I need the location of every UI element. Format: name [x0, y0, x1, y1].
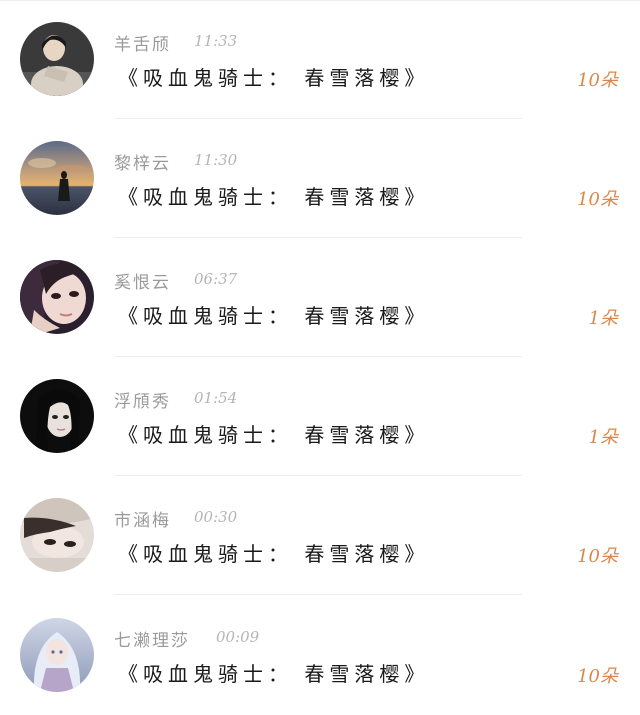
list-item[interactable]: 市涵梅 00:30 《吸血鬼骑士： 春雪落樱》 10朵 [0, 476, 640, 595]
sent-time: 11:30 [194, 151, 238, 169]
gift-count: 10朵 [577, 546, 618, 567]
gift-title: 《吸血鬼骑士： 春雪落樱》 [118, 542, 430, 566]
gift-title: 《吸血鬼骑士： 春雪落樱》 [118, 423, 430, 447]
sender-name: 羊舌颀 [114, 35, 171, 55]
avatar-girl-dark-hair-icon [20, 379, 94, 453]
row-divider [114, 594, 522, 595]
gift-title: 《吸血鬼骑士： 春雪落樱》 [118, 185, 430, 209]
sent-time: 00:30 [194, 508, 238, 526]
list-item[interactable]: 七濑理莎 00:09 《吸血鬼骑士： 春雪落樱》 10朵 [0, 596, 640, 715]
avatar[interactable] [20, 618, 94, 692]
sender-name: 奚恨云 [114, 273, 171, 293]
gift-count: 10朵 [577, 189, 618, 210]
avatar[interactable] [20, 498, 94, 572]
sent-time: 01:54 [194, 389, 238, 407]
sender-name: 市涵梅 [114, 511, 171, 531]
sent-time: 06:37 [194, 270, 238, 288]
gift-count: 1朵 [588, 427, 618, 448]
list-item[interactable]: 羊舌颀 11:33 《吸血鬼骑士： 春雪落樱》 10朵 [0, 0, 640, 119]
sent-time: 11:33 [194, 32, 238, 50]
gift-title: 《吸血鬼骑士： 春雪落樱》 [118, 304, 430, 328]
list-item[interactable]: 浮頎秀 01:54 《吸血鬼骑士： 春雪落樱》 1朵 [0, 357, 640, 476]
list-item[interactable]: 黎梓云 11:30 《吸血鬼骑士： 春雪落樱》 10朵 [0, 119, 640, 238]
gift-count: 10朵 [577, 666, 618, 687]
avatar-girl-lying-icon [20, 498, 94, 572]
gift-list: 羊舌颀 11:33 《吸血鬼骑士： 春雪落樱》 10朵 黎梓云 11:30 《吸… [0, 0, 640, 715]
avatar[interactable] [20, 141, 94, 215]
avatar-person-in-sweater-icon [20, 22, 94, 96]
avatar[interactable] [20, 22, 94, 96]
avatar-anime-character-icon [20, 618, 94, 692]
gift-count: 10朵 [577, 70, 618, 91]
avatar[interactable] [20, 260, 94, 334]
sender-name: 七濑理莎 [114, 631, 190, 651]
gift-title: 《吸血鬼骑士： 春雪落樱》 [118, 662, 430, 686]
gift-count: 1朵 [588, 308, 618, 329]
gift-title: 《吸血鬼骑士： 春雪落樱》 [118, 66, 430, 90]
avatar[interactable] [20, 379, 94, 453]
avatar-sunset-silhouette-icon [20, 141, 94, 215]
list-item[interactable]: 奚恨云 06:37 《吸血鬼骑士： 春雪落樱》 1朵 [0, 238, 640, 357]
sent-time: 00:09 [216, 628, 260, 646]
sender-name: 浮頎秀 [114, 392, 171, 412]
avatar-girl-face-icon [20, 260, 94, 334]
sender-name: 黎梓云 [114, 154, 171, 174]
